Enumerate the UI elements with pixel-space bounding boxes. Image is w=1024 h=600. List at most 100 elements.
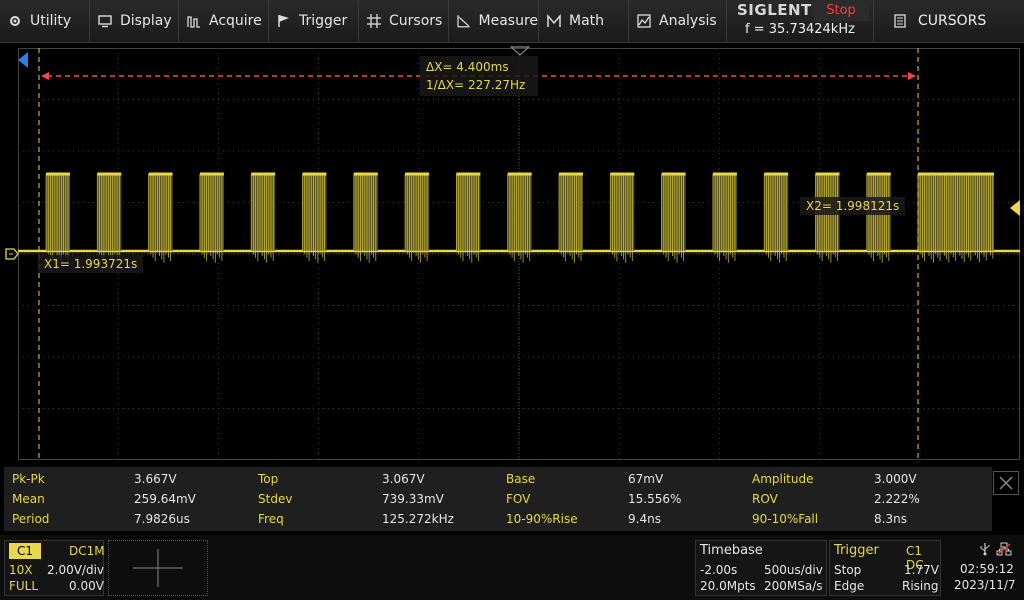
trigger-mode: Stop — [834, 563, 862, 577]
timebase-info[interactable]: Timebase -2.00s 500us/div 20.0Mpts 200MS… — [695, 540, 827, 596]
measurement-label[interactable]: Stdev — [250, 489, 382, 509]
timebase-sample-rate: 200MSa/s — [764, 579, 823, 593]
trigger-position-marker[interactable] — [18, 52, 28, 68]
usb-icon — [980, 543, 990, 556]
measurement-row: Period 7.9826us Freq 125.272kHz 10-90%Rise 9.… — [4, 509, 992, 529]
menu-measure[interactable]: Measure — [449, 0, 539, 42]
trace-burst — [148, 172, 173, 263]
trace-burst — [96, 172, 122, 263]
measurement-value: 7.9826us — [134, 512, 190, 526]
menu-analysis-label: Analysis — [659, 13, 717, 29]
cursor-delta-readout: ΔX= 4.400ms 1/ΔX= 227.27Hz — [420, 56, 538, 96]
burst-fill — [353, 174, 378, 251]
trace-burst — [353, 172, 378, 263]
measurement-label[interactable]: Mean — [4, 489, 134, 509]
cursors-panel-title: CURSORS — [918, 13, 987, 29]
menu-analysis[interactable]: Analysis — [629, 0, 727, 42]
cursors-panel-tab[interactable]: CURSORS — [880, 0, 1024, 42]
measurement-value: 8.3ns — [874, 512, 907, 526]
run-stop-badge[interactable]: Stop — [813, 1, 869, 21]
measurement-table: Pk-Pk 3.667V Top 3.067V Base 67mV Amplitude 3.0… — [4, 467, 992, 531]
burst-fill — [559, 174, 583, 251]
measurement-value: 3.667V — [134, 472, 177, 486]
menu-trigger[interactable]: Trigger — [269, 0, 359, 42]
channel-probe: 10X — [9, 563, 33, 577]
menu-math-label: Math — [569, 13, 605, 29]
frequency-counter: f = 35.73424kHz — [745, 22, 855, 37]
burst-fill — [918, 174, 994, 251]
burst-fill — [610, 174, 635, 251]
measurement-value: 15.556% — [628, 492, 682, 506]
trigger-slope: Rising — [902, 579, 939, 593]
timebase-title: Timebase — [700, 543, 763, 558]
monitor-icon — [98, 15, 112, 28]
measurement-label[interactable]: Period — [4, 509, 134, 529]
burst-fill — [405, 174, 430, 251]
arrow-right-icon — [908, 72, 916, 80]
menu-cursors[interactable]: Cursors — [359, 0, 449, 42]
plus-icon — [133, 549, 183, 587]
channel-offset: 0.00V — [69, 579, 104, 593]
burst-fill — [456, 174, 481, 251]
analysis-icon — [637, 14, 651, 28]
measurement-label[interactable]: ROV — [744, 489, 874, 509]
clock-time: 02:59:12 — [960, 562, 1014, 576]
menu-utility[interactable]: Utility — [0, 0, 90, 42]
burst-fill — [199, 174, 224, 251]
cursor-icon — [367, 14, 381, 28]
trace-burst — [815, 172, 840, 263]
channel-1-offset-marker[interactable] — [5, 247, 19, 261]
channel-coupling: DC1M — [69, 544, 105, 558]
inverse-delta-x-value: 1/ΔX= 227.27Hz — [426, 78, 526, 92]
measurement-label[interactable]: Pk-Pk — [4, 469, 134, 489]
measurement-label[interactable]: 90-10%Fall — [744, 509, 874, 529]
measurement-value: 2.222% — [874, 492, 920, 506]
measurement-label[interactable]: FOV — [498, 489, 628, 509]
flag-icon — [278, 15, 289, 27]
brand-status: SIGLENT Stop f = 35.73424kHz — [727, 0, 874, 42]
trigger-level-marker[interactable] — [1010, 200, 1020, 216]
close-icon — [999, 476, 1013, 490]
timebase-scale: 500us/div — [764, 563, 823, 577]
burst-fill — [251, 174, 276, 251]
burst-fill — [46, 174, 70, 251]
channel-1-info[interactable]: C1 DC1M 10X 2.00V/div FULL 0.00V — [4, 540, 105, 596]
menu-cursors-label: Cursors — [389, 13, 443, 29]
measurement-value: 259.64mV — [134, 492, 196, 506]
timebase-memory: 20.0Mpts — [700, 579, 756, 593]
measurement-label[interactable]: 10-90%Rise — [498, 509, 628, 529]
network-icon — [996, 542, 1012, 556]
trigger-level: 1.77V — [904, 563, 939, 577]
measurement-value: 67mV — [628, 472, 664, 486]
measurement-label[interactable]: Amplitude — [744, 469, 874, 489]
trigger-delay-marker[interactable] — [510, 46, 530, 56]
measurement-value: 739.33mV — [382, 492, 444, 506]
waveform-display[interactable] — [18, 48, 1020, 460]
burst-fill — [302, 174, 327, 251]
acquire-icon — [187, 16, 200, 28]
cursor-x1-readout: X1= 1.993721s — [38, 255, 144, 273]
measurement-label[interactable]: Top — [250, 469, 382, 489]
menu-acquire[interactable]: Acquire — [179, 0, 269, 42]
trigger-info[interactable]: Trigger C1 DC Stop 1.77V Edge Rising — [829, 540, 941, 596]
arrow-left-icon — [41, 72, 49, 80]
trace-burst — [455, 172, 481, 263]
close-measure-button[interactable] — [993, 471, 1019, 495]
menu-display[interactable]: Display — [90, 0, 179, 42]
menu-display-label: Display — [120, 13, 172, 29]
menu-measure-label: Measure — [478, 13, 539, 29]
timebase-delay: -2.00s — [700, 563, 738, 577]
burst-fill — [661, 174, 686, 251]
trace-burst — [404, 172, 430, 263]
gear-icon — [10, 16, 20, 26]
menu-math[interactable]: Math — [539, 0, 629, 42]
measurement-value: 3.000V — [874, 472, 917, 486]
channel-1-tag[interactable]: C1 — [9, 543, 41, 559]
burst-fill — [712, 174, 737, 251]
measurement-value: 3.067V — [382, 472, 425, 486]
burst-fill — [507, 174, 532, 251]
menu-acquire-label: Acquire — [209, 13, 262, 29]
measurement-label[interactable]: Freq — [250, 509, 382, 529]
add-channel-slot[interactable] — [108, 540, 208, 596]
measurement-label[interactable]: Base — [498, 469, 628, 489]
